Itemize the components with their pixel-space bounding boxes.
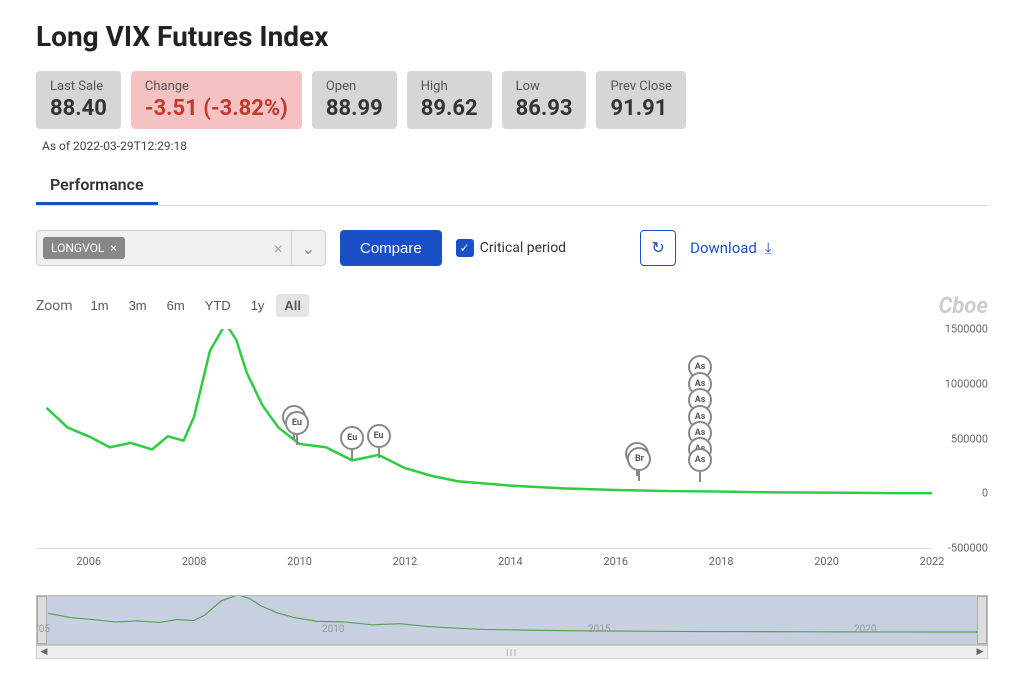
stat-label: Change: [145, 79, 288, 94]
stat-last-sale: Last Sale 88.40: [36, 71, 121, 129]
marker-bubble: Eu: [285, 411, 309, 435]
chevron-down-icon[interactable]: ⌄: [291, 231, 325, 266]
chart-plot-area[interactable]: EuEuEuEuBrBrAsAsAsAsAsAsAs -500000050000…: [36, 329, 932, 549]
stat-change: Change -3.51 (-3.82%): [131, 71, 302, 129]
chart-marker[interactable]: Eu: [367, 424, 391, 458]
symbol-chip-label: LONGVOL: [51, 241, 104, 255]
refresh-icon: ↻: [651, 238, 664, 258]
stat-open: Open 88.99: [312, 71, 397, 129]
x-tick: 2016: [603, 555, 628, 568]
y-tick: 500000: [951, 432, 988, 445]
navigator-chart[interactable]: '05 2010 2015 2020: [36, 595, 988, 645]
zoom-label: Zoom: [36, 298, 73, 314]
chart-marker[interactable]: Eu: [340, 426, 364, 460]
chart-marker[interactable]: Eu: [285, 411, 309, 445]
stat-high: High 89.62: [407, 71, 492, 129]
scroll-left-icon[interactable]: ◀: [37, 646, 51, 658]
marker-bubble: As: [688, 448, 712, 472]
y-tick: 1000000: [945, 377, 988, 390]
symbol-select[interactable]: LONGVOL × × ⌄: [36, 230, 326, 266]
stat-prev-close: Prev Close 91.91: [596, 71, 685, 129]
stat-value: 91.91: [610, 96, 671, 121]
stat-value: 88.99: [326, 96, 383, 121]
tab-performance[interactable]: Performance: [36, 167, 158, 205]
zoom-controls: Zoom 1m 3m 6m YTD 1y All: [36, 294, 988, 317]
navigator[interactable]: '05 2010 2015 2020 ◀ ||| ▶: [36, 595, 988, 659]
navigator-tick: 2015: [588, 624, 610, 635]
zoom-3m[interactable]: 3m: [121, 294, 155, 317]
scrollbar[interactable]: ◀ ||| ▶: [36, 645, 988, 659]
y-tick: 0: [982, 487, 988, 500]
tabs: Performance: [36, 167, 988, 206]
checkbox-icon[interactable]: ✓: [456, 239, 474, 257]
download-icon: ⤓: [765, 239, 772, 257]
x-tick: 2020: [814, 555, 839, 568]
navigator-handle-left[interactable]: [37, 596, 47, 644]
stat-value: 86.93: [516, 96, 573, 121]
remove-symbol-icon[interactable]: ×: [110, 241, 116, 255]
symbol-chip[interactable]: LONGVOL ×: [43, 237, 125, 259]
clear-icon[interactable]: ×: [266, 239, 291, 258]
download-link[interactable]: Download ⤓: [690, 239, 771, 257]
zoom-1m[interactable]: 1m: [83, 294, 117, 317]
y-tick: -500000: [948, 542, 988, 555]
navigator-tick: '05: [37, 624, 50, 635]
stat-label: Open: [326, 79, 383, 94]
compare-button[interactable]: Compare: [340, 230, 442, 266]
critical-period-checkbox-wrap[interactable]: ✓ Critical period: [456, 239, 566, 257]
download-label: Download: [690, 239, 757, 257]
x-tick: 2022: [920, 555, 945, 568]
page-title: Long VIX Futures Index: [36, 20, 988, 53]
x-tick: 2008: [182, 555, 207, 568]
marker-bubble: Br: [627, 447, 651, 471]
x-axis: 200620082010201220142016201820202022: [36, 555, 932, 579]
navigator-handle-right[interactable]: [977, 596, 987, 644]
zoom-6m[interactable]: 6m: [159, 294, 193, 317]
stat-value: 88.40: [50, 96, 107, 121]
controls-row: LONGVOL × × ⌄ Compare ✓ Critical period …: [36, 230, 988, 266]
y-axis: -500000050000010000001500000: [932, 329, 988, 548]
x-tick: 2014: [498, 555, 523, 568]
navigator-svg: [37, 596, 987, 644]
chart-svg: [36, 329, 932, 548]
zoom-1y[interactable]: 1y: [243, 294, 273, 317]
zoom-all[interactable]: All: [276, 294, 309, 317]
x-tick: 2018: [709, 555, 734, 568]
stat-label: Prev Close: [610, 79, 671, 94]
chart-container: Zoom 1m 3m 6m YTD 1y All Cboe EuEuEuEuBr…: [36, 294, 988, 659]
x-tick: 2012: [393, 555, 418, 568]
navigator-tick: 2010: [322, 624, 344, 635]
stat-low: Low 86.93: [502, 71, 587, 129]
stat-label: Last Sale: [50, 79, 107, 94]
scroll-right-icon[interactable]: ▶: [973, 646, 987, 658]
chart-marker[interactable]: As: [688, 448, 712, 482]
stat-value: -3.51 (-3.82%): [145, 96, 288, 121]
y-tick: 1500000: [945, 323, 988, 336]
asof-timestamp: As of 2022-03-29T12:29:18: [42, 139, 988, 153]
stats-row: Last Sale 88.40 Change -3.51 (-3.82%) Op…: [36, 71, 988, 129]
x-tick: 2010: [287, 555, 312, 568]
marker-bubble: Eu: [367, 424, 391, 448]
x-tick: 2006: [76, 555, 101, 568]
critical-period-label: Critical period: [480, 240, 566, 256]
stat-label: High: [421, 79, 478, 94]
stat-value: 89.62: [421, 96, 478, 121]
refresh-button[interactable]: ↻: [640, 230, 676, 266]
chart-marker[interactable]: Br: [627, 447, 651, 481]
cboe-logo: Cboe: [938, 294, 988, 319]
marker-bubble: Eu: [340, 426, 364, 450]
navigator-tick: 2020: [854, 624, 876, 635]
zoom-ytd[interactable]: YTD: [197, 294, 239, 317]
stat-label: Low: [516, 79, 573, 94]
scroll-track[interactable]: |||: [51, 646, 973, 658]
